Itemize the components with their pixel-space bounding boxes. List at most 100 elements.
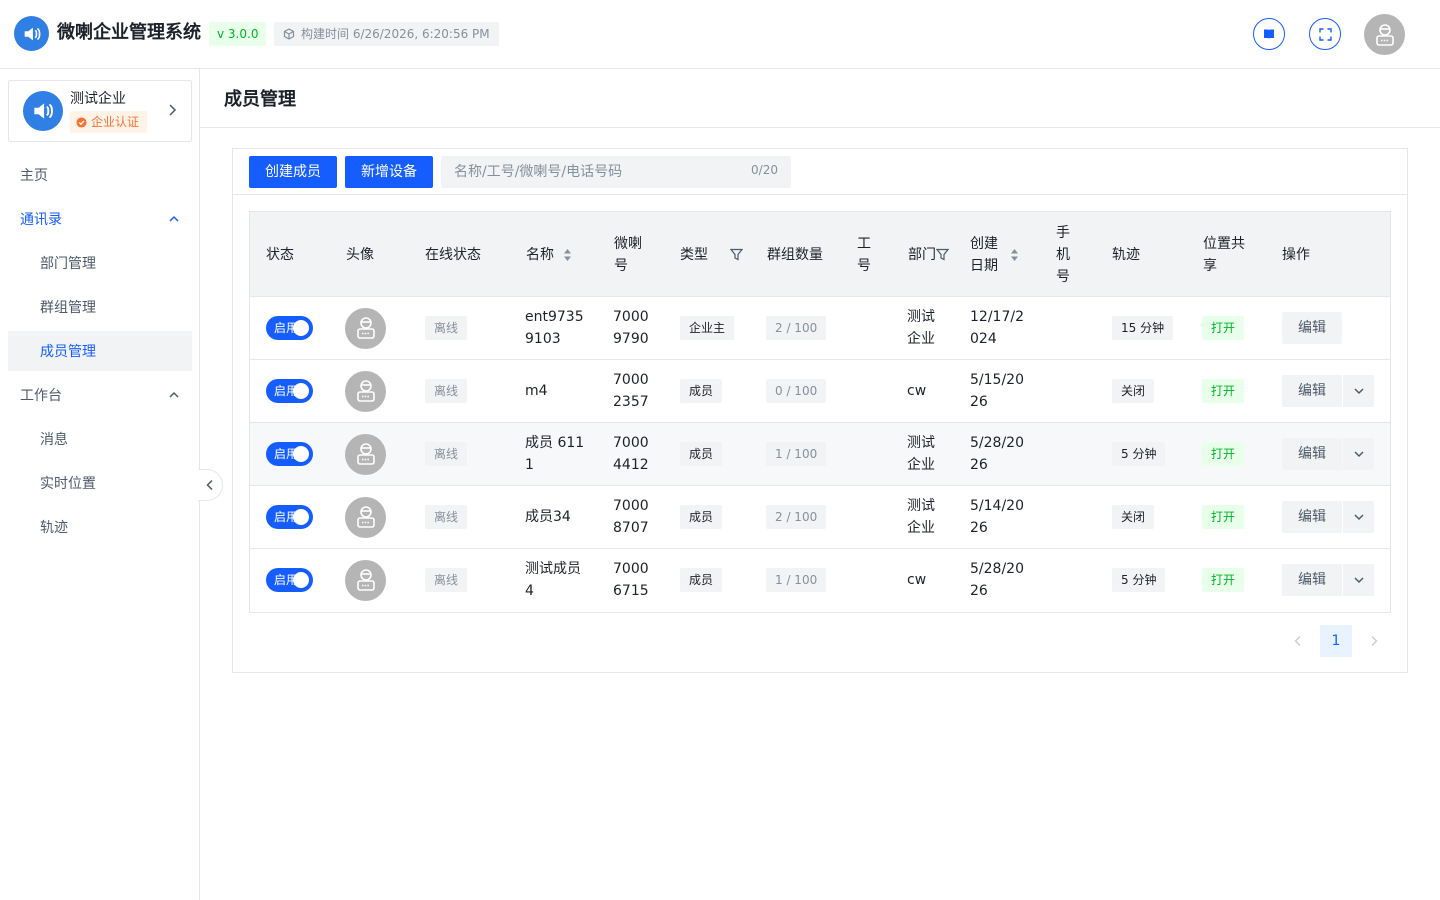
share-cell: 打开	[1202, 423, 1245, 485]
col-name[interactable]: 名称	[526, 212, 572, 297]
sidebar-item-workbench[interactable]: 工作台	[8, 375, 192, 415]
sidebar-item-departments[interactable]: 部门管理	[8, 243, 192, 283]
col-online: 在线状态	[425, 246, 481, 263]
table-row: 启用 离线 m4 70002357 成员 0 / 100 cw 5/15/2026 关闭 打开 编辑	[250, 360, 1390, 423]
switch-knob	[293, 446, 309, 462]
search-char-count: 0/20	[751, 163, 778, 177]
add-device-button[interactable]: 新增设备	[345, 156, 433, 188]
groups-cell: 0 / 100	[766, 360, 827, 422]
location-share-tag: 打开	[1202, 442, 1245, 466]
location-share-tag: 打开	[1202, 316, 1245, 340]
chevron-up-icon	[169, 391, 179, 398]
robot-avatar-icon	[356, 380, 375, 402]
online-status-tag: 离线	[425, 505, 468, 529]
pagination-prev-button[interactable]	[1282, 625, 1314, 657]
edit-button[interactable]: 编辑	[1282, 438, 1342, 470]
groups-cell: 2 / 100	[766, 486, 827, 548]
pagination-next-button[interactable]	[1358, 625, 1390, 657]
member-weila-id: 70006715	[613, 561, 649, 599]
member-weila-id: 70008707	[613, 498, 649, 536]
search-input[interactable]	[441, 156, 741, 188]
member-created-date: 12/17/2024	[970, 309, 1024, 347]
col-department[interactable]: 部门	[908, 212, 949, 297]
member-department: cw	[907, 572, 927, 588]
location-share-tag: 打开	[1202, 568, 1245, 592]
page-title: 成员管理	[224, 89, 296, 110]
track-cell: 关闭	[1112, 486, 1155, 548]
track-cell: 5 分钟	[1112, 423, 1166, 485]
chevron-right-icon	[169, 104, 177, 116]
sidebar-item-contacts[interactable]: 通讯录	[8, 199, 192, 239]
sidebar-item-groups[interactable]: 群组管理	[8, 287, 192, 327]
col-weila-id: 微喇号	[614, 235, 642, 274]
status-switch[interactable]: 启用	[266, 505, 313, 529]
table-row: 启用 离线 成员34 70008707 成员 2 / 100 测试企业 5/14/2026 关闭…	[250, 486, 1390, 549]
avatar-cell	[345, 549, 386, 611]
build-time-text: 构建时间 6/26/2026, 6:20:56 PM	[301, 27, 490, 41]
pagination-page-current[interactable]: 1	[1320, 625, 1352, 657]
sort-icon[interactable]	[1010, 248, 1019, 262]
docs-button[interactable]	[1253, 18, 1285, 50]
member-avatar	[345, 307, 386, 349]
member-created-date: 5/28/2026	[970, 435, 1024, 473]
verified-icon	[76, 116, 87, 128]
sidebar-item-home[interactable]: 主页	[8, 155, 192, 195]
col-type[interactable]: 类型	[680, 212, 743, 297]
status-switch[interactable]: 启用	[266, 316, 313, 340]
table-row: 启用 离线 成员 6111 70004412 成员 1 / 100 测试企业 5/28/202…	[250, 423, 1390, 486]
book-icon	[1264, 29, 1274, 39]
track-interval-tag: 5 分钟	[1112, 442, 1166, 466]
org-switcher[interactable]: 测试企业 企业认证	[8, 80, 192, 142]
member-type-tag: 成员	[680, 379, 723, 403]
sidebar-item-members[interactable]: 成员管理	[8, 331, 192, 371]
type-cell: 成员	[680, 360, 723, 422]
title-divider	[200, 127, 1440, 128]
status-switch[interactable]: 启用	[266, 442, 313, 466]
robot-avatar-icon	[1375, 23, 1394, 46]
location-share-tag: 打开	[1202, 379, 1245, 403]
group-count-tag: 2 / 100	[766, 316, 827, 340]
member-weila-id: 70002357	[613, 372, 649, 410]
group-count-tag: 0 / 100	[766, 379, 827, 403]
member-avatar	[345, 433, 386, 475]
more-actions-button[interactable]	[1343, 501, 1374, 533]
status-switch[interactable]: 启用	[266, 568, 313, 592]
group-count-tag: 2 / 100	[766, 505, 827, 529]
sidebar-collapse-button[interactable]	[198, 469, 223, 501]
edit-button[interactable]: 编辑	[1282, 312, 1342, 344]
more-actions-button[interactable]	[1343, 438, 1374, 470]
share-cell: 打开	[1202, 297, 1245, 359]
edit-button[interactable]: 编辑	[1282, 501, 1342, 533]
sidebar-item-track[interactable]: 轨迹	[8, 507, 192, 547]
sidebar: 测试企业 企业认证 主页 通讯录 部门管理 群组管理 成员管理 工作台 消息 实…	[0, 69, 200, 900]
org-badge-label: 企业认证	[91, 115, 140, 129]
robot-avatar-icon	[356, 317, 375, 339]
create-member-button[interactable]: 创建成员	[249, 156, 337, 188]
avatar-cell	[345, 360, 386, 422]
status-switch[interactable]: 启用	[266, 379, 313, 403]
member-type-tag: 成员	[680, 568, 723, 592]
filter-icon[interactable]	[730, 248, 743, 261]
edit-button[interactable]: 编辑	[1282, 564, 1342, 596]
fullscreen-button[interactable]	[1309, 18, 1341, 50]
share-cell: 打开	[1202, 549, 1245, 611]
status-cell: 启用	[266, 549, 313, 611]
filter-icon[interactable]	[936, 248, 949, 261]
track-cell: 关闭	[1112, 360, 1155, 422]
sidebar-item-messages[interactable]: 消息	[8, 419, 192, 459]
actions-cell: 编辑	[1282, 549, 1374, 611]
location-share-tag: 打开	[1202, 505, 1245, 529]
col-created-date[interactable]: 创建日期	[970, 212, 1019, 297]
edit-button[interactable]: 编辑	[1282, 375, 1342, 407]
actions-cell: 编辑	[1282, 423, 1374, 485]
status-cell: 启用	[266, 423, 313, 485]
sidebar-item-live-location[interactable]: 实时位置	[8, 463, 192, 503]
actions-cell: 编辑	[1282, 486, 1374, 548]
user-avatar[interactable]	[1364, 14, 1405, 55]
avatar-cell	[345, 297, 386, 359]
more-actions-button[interactable]	[1343, 564, 1374, 596]
switch-knob	[293, 320, 309, 336]
sort-icon[interactable]	[563, 248, 572, 262]
more-actions-button[interactable]	[1343, 375, 1374, 407]
member-weila-id: 70004412	[613, 435, 649, 473]
